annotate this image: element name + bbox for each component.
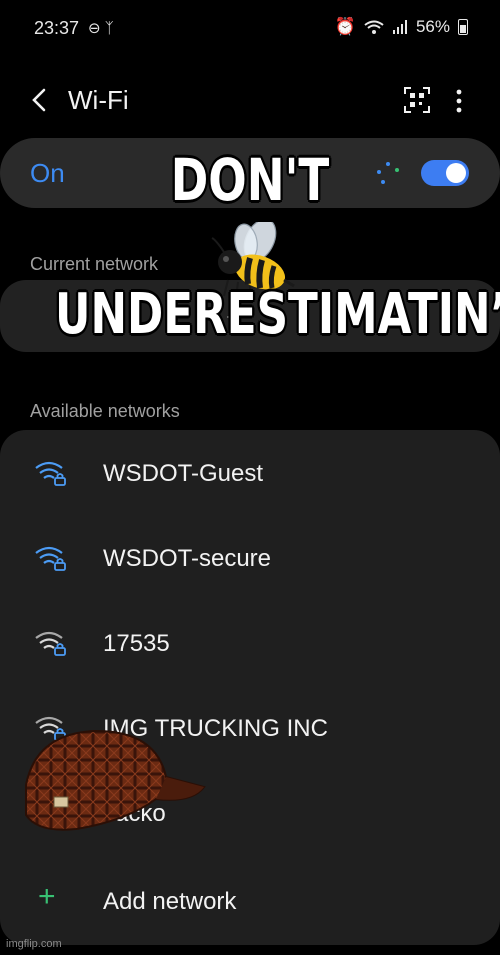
- scumbag-hat-icon: [25, 729, 206, 831]
- network-name: WSDOT-secure: [103, 545, 272, 572]
- watermark: imgflip.com: [6, 938, 62, 950]
- alarm-icon: ⏰: [334, 17, 356, 36]
- network-name: 17535: [103, 630, 170, 657]
- toggle-knob: [446, 163, 466, 183]
- meme-bottom-caption: UNDERESTIMATIN’: [55, 282, 500, 347]
- plus-icon: +: [38, 880, 56, 913]
- network-item-wsdot-secure[interactable]: WSDOT-secure: [0, 517, 500, 597]
- network-item-17535[interactable]: 17535: [0, 602, 500, 682]
- available-networks-heading: Available networks: [30, 401, 180, 421]
- network-item-wsdot-guest[interactable]: WSDOT-Guest: [0, 432, 500, 512]
- qr-code-icon[interactable]: [404, 87, 430, 113]
- wifi-secured-icon: [35, 546, 66, 571]
- status-bar: 23:37 ⊖ ᛉ ⏰ 56%: [0, 0, 500, 58]
- current-network-heading: Current network: [30, 254, 159, 274]
- signal-icon: [392, 20, 407, 34]
- network-name: WSDOT-Guest: [103, 460, 264, 487]
- status-left-icons: ⊖ ᛉ: [88, 19, 114, 37]
- back-arrow-icon[interactable]: [24, 82, 54, 118]
- status-right-icons: ⏰ 56%: [335, 17, 468, 37]
- wifi-secured-icon: [35, 461, 66, 486]
- page-title: Wi-Fi: [68, 85, 129, 115]
- battery-percent: 56%: [415, 17, 450, 36]
- status-time: 23:37: [34, 18, 80, 38]
- available-networks-list: WSDOT-Guest WSDOT-secure 17535 IMG TRUCK…: [0, 430, 500, 945]
- meme-top-caption: DON'T: [170, 146, 330, 214]
- add-network-label: Add network: [103, 888, 237, 915]
- add-network-button[interactable]: + Add network: [0, 860, 500, 940]
- dnd-icon: ⊖: [88, 20, 101, 37]
- more-options-icon[interactable]: [446, 86, 472, 116]
- battery-icon: [458, 19, 468, 35]
- wifi-status-icon: [364, 20, 384, 34]
- wifi-secured-icon: [35, 631, 66, 656]
- app-bar: Wi-Fi: [0, 78, 500, 122]
- flashlight-icon: ᛉ: [104, 20, 114, 37]
